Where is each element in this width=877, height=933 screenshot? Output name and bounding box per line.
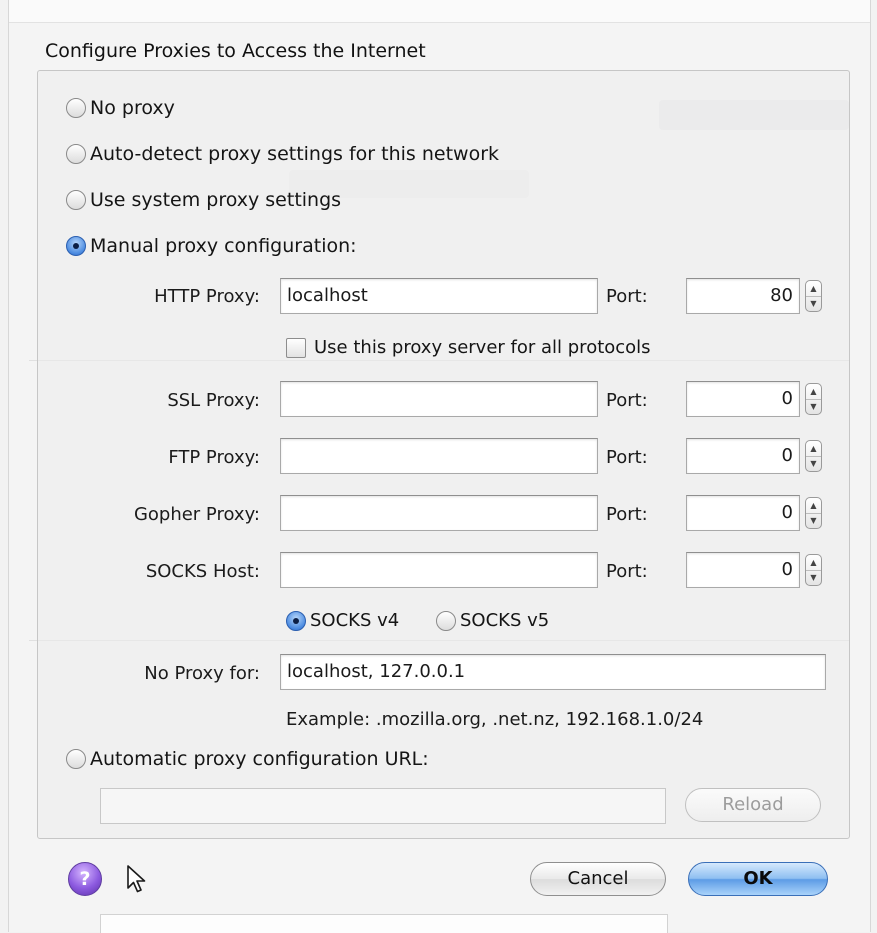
ssl-port-input[interactable]: 0 <box>686 381 800 417</box>
socks-v5-label: SOCKS v5 <box>460 610 550 631</box>
gopher-port-stepper[interactable]: ▲ ▼ <box>805 497 822 529</box>
radio-button-selected[interactable] <box>66 236 86 256</box>
radio-button[interactable] <box>66 749 86 769</box>
mouse-pointer-icon <box>127 865 146 893</box>
use-for-all-checkbox[interactable] <box>286 337 306 358</box>
stepper-down-icon[interactable]: ▼ <box>806 296 821 311</box>
socks-host-input[interactable] <box>280 552 598 588</box>
auto-proxy-url-label: Automatic proxy configuration URL: <box>90 748 429 770</box>
use-for-all-label: Use this proxy server for all protocols <box>314 337 651 358</box>
auto-detect-label: Auto-detect proxy settings for this netw… <box>90 143 500 165</box>
ssl-proxy-input[interactable] <box>280 381 598 417</box>
manual-proxy-label: Manual proxy configuration: <box>90 235 357 257</box>
window-top-edge <box>9 0 870 23</box>
http-proxy-label: HTTP Proxy: <box>154 286 260 307</box>
http-port-stepper[interactable]: ▲ ▼ <box>805 280 822 312</box>
stepper-up-icon[interactable]: ▲ <box>806 441 821 457</box>
ftp-proxy-label: FTP Proxy: <box>168 447 260 468</box>
manual-proxy-option[interactable]: Manual proxy configuration: <box>66 235 357 257</box>
stepper-down-icon[interactable]: ▼ <box>806 570 821 585</box>
radio-button[interactable] <box>66 190 86 210</box>
socks-v5-option[interactable]: SOCKS v5 <box>436 610 549 631</box>
auto-proxy-url-option[interactable]: Automatic proxy configuration URL: <box>66 748 429 770</box>
gopher-proxy-label: Gopher Proxy: <box>133 504 260 525</box>
radio-button[interactable] <box>436 610 456 631</box>
gopher-port-label: Port: <box>606 504 648 525</box>
radio-button[interactable] <box>66 144 86 164</box>
ftp-port-input[interactable]: 0 <box>686 438 800 474</box>
system-proxy-label: Use system proxy settings <box>90 189 342 211</box>
http-proxy-input[interactable]: localhost <box>280 278 598 314</box>
reload-button[interactable]: Reload <box>685 788 821 822</box>
no-proxy-for-input[interactable]: localhost, 127.0.0.1 <box>280 654 826 690</box>
socks-port-label: Port: <box>606 561 648 582</box>
socks-port-input[interactable]: 0 <box>686 552 800 588</box>
socks-v4-option[interactable]: SOCKS v4 <box>286 610 399 631</box>
ftp-proxy-input[interactable] <box>280 438 598 474</box>
ftp-port-stepper[interactable]: ▲ ▼ <box>805 440 822 472</box>
stepper-up-icon[interactable]: ▲ <box>806 555 821 571</box>
stepper-down-icon[interactable]: ▼ <box>806 456 821 471</box>
socks-port-stepper[interactable]: ▲ ▼ <box>805 554 822 586</box>
group-title: Configure Proxies to Access the Internet <box>45 40 426 62</box>
background-field-edge <box>100 914 668 933</box>
no-proxy-for-label: No Proxy for: <box>144 663 260 684</box>
socks-v4-label: SOCKS v4 <box>310 610 400 631</box>
no-proxy-label: No proxy <box>90 97 175 119</box>
http-port-label: Port: <box>606 286 648 307</box>
http-port-input[interactable]: 80 <box>686 278 800 314</box>
system-proxy-option[interactable]: Use system proxy settings <box>66 189 341 211</box>
stepper-down-icon[interactable]: ▼ <box>806 513 821 528</box>
radio-button[interactable] <box>66 98 86 118</box>
auto-proxy-url-input[interactable] <box>100 788 666 824</box>
no-proxy-option[interactable]: No proxy <box>66 97 175 119</box>
use-for-all-protocols[interactable]: Use this proxy server for all protocols <box>286 337 651 358</box>
cancel-button[interactable]: Cancel <box>530 862 666 896</box>
gopher-proxy-input[interactable] <box>280 495 598 531</box>
example-hint: Example: .mozilla.org, .net.nz, 192.168.… <box>286 709 704 730</box>
stepper-up-icon[interactable]: ▲ <box>806 384 821 400</box>
ssl-port-label: Port: <box>606 390 648 411</box>
stepper-up-icon[interactable]: ▲ <box>806 498 821 514</box>
stepper-up-icon[interactable]: ▲ <box>806 281 821 297</box>
ok-button[interactable]: OK <box>688 862 828 896</box>
ftp-port-label: Port: <box>606 447 648 468</box>
stepper-down-icon[interactable]: ▼ <box>806 399 821 414</box>
radio-button-selected[interactable] <box>286 610 306 631</box>
ssl-port-stepper[interactable]: ▲ ▼ <box>805 383 822 415</box>
gopher-port-input[interactable]: 0 <box>686 495 800 531</box>
help-icon[interactable]: ? <box>68 862 102 896</box>
ssl-proxy-label: SSL Proxy: <box>167 390 260 411</box>
socks-host-label: SOCKS Host: <box>145 561 260 582</box>
auto-detect-option[interactable]: Auto-detect proxy settings for this netw… <box>66 143 499 165</box>
